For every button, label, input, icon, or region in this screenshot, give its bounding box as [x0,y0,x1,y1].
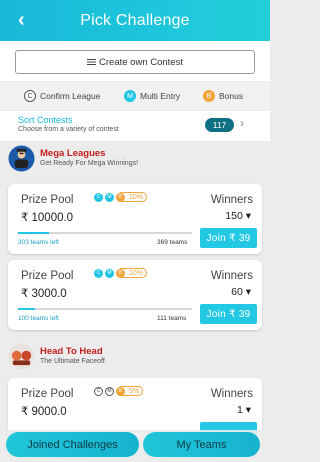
contest-tags: C M B 10% [94,192,148,202]
teams-left: 100 teams left [18,315,59,322]
section-head-to-head: Head To Head The Ultimate Faceoff [0,340,270,376]
winners-dropdown[interactable]: 60 ▾ [231,286,251,298]
multi-tag-icon: M [105,386,114,396]
total-teams: 111 teams [157,315,187,322]
multi-tag-icon: M [105,268,114,278]
contest-tags: C M B 5% [94,386,144,396]
winners-label: Winners [210,270,253,282]
create-contest-label: Create own Contest [99,56,183,68]
page-title: Pick Challenge [80,11,190,29]
contest-count-badge: 117 [205,118,234,132]
prize-pool-label: Prize Pool [21,270,74,282]
join-button[interactable]: Join ₹ 39 [200,304,257,324]
joined-challenges-button[interactable]: Joined Challenges [6,432,139,457]
fill-progress-bar [18,232,192,234]
confirm-tag-icon: C [94,386,103,396]
join-button[interactable]: Join ₹ 39 [200,228,257,248]
legend-multi: M Multi Entry [124,90,180,102]
confirm-league-icon: C [24,90,36,102]
winners-dropdown[interactable]: 150 ▾ [225,210,251,222]
chevron-right-icon[interactable]: › [240,116,244,130]
section-subtitle: Get Ready For Mega Winnings! [40,160,139,167]
sort-title: Sort Contests [18,115,73,125]
section-subtitle: The Ultimate Faceoff [40,358,105,365]
confirm-tag-icon: C [94,192,103,202]
legend-multi-label: Multi Entry [140,91,181,101]
total-teams: 369 teams [157,239,188,246]
prize-pool-value: ₹ 3000.0 [21,288,67,300]
sort-contests-row[interactable]: Sort Contests Choose from a variety of c… [0,111,270,141]
contest-tags: C M B 10% [94,268,148,278]
multi-entry-icon: M [124,90,136,102]
legend-bonus: B Bonus [203,90,243,102]
list-icon [87,58,97,66]
legend-confirm-label: Confirm League [40,91,101,101]
sort-subtitle: Choose from a variety of contest [18,126,119,133]
head-to-head-icon [8,343,35,370]
bottom-nav: Joined Challenges My Teams [0,430,270,462]
winners-dropdown[interactable]: 1 ▾ [237,404,251,416]
my-teams-button[interactable]: My Teams [143,432,260,457]
header-bar: ‹ Pick Challenge [0,0,270,41]
section-title: Mega Leagues [40,148,106,159]
create-contest-area: Create own Contest [0,41,270,81]
section-title: Head To Head [40,346,103,357]
contest-card[interactable]: Prize Pool ₹ 3000.0 C M B 10% Winners 60… [8,260,262,330]
bonus-percent: 10% [117,268,148,278]
prize-pool-value: ₹ 9000.0 [21,406,67,418]
confirm-tag-icon: C [94,268,103,278]
section-mega-leagues: Mega Leagues Get Ready For Mega Winnings… [0,142,270,178]
multi-tag-icon: M [105,192,114,202]
prize-pool-label: Prize Pool [21,194,74,206]
prize-pool-value: ₹ 10000.0 [21,212,74,224]
bonus-icon: B [203,90,215,102]
teams-left: 303 teams left [18,239,59,246]
fill-progress-bar [18,308,192,310]
fill-progress [18,308,36,310]
back-arrow-icon[interactable]: ‹ [18,9,25,31]
bonus-percent: 5% [117,386,144,396]
contest-legend: C Confirm League M Multi Entry B Bonus [0,82,270,110]
mega-league-icon [8,145,35,172]
create-contest-button[interactable]: Create own Contest [15,50,255,74]
winners-label: Winners [210,388,253,400]
bonus-percent: 10% [117,192,148,202]
winners-label: Winners [210,194,253,206]
legend-confirm: C Confirm League [24,90,100,102]
fill-progress [18,232,50,234]
legend-bonus-label: Bonus [219,91,244,101]
prize-pool-label: Prize Pool [21,388,74,400]
contest-card[interactable]: Prize Pool ₹ 10000.0 C M B 10% Winners 1… [8,184,262,254]
